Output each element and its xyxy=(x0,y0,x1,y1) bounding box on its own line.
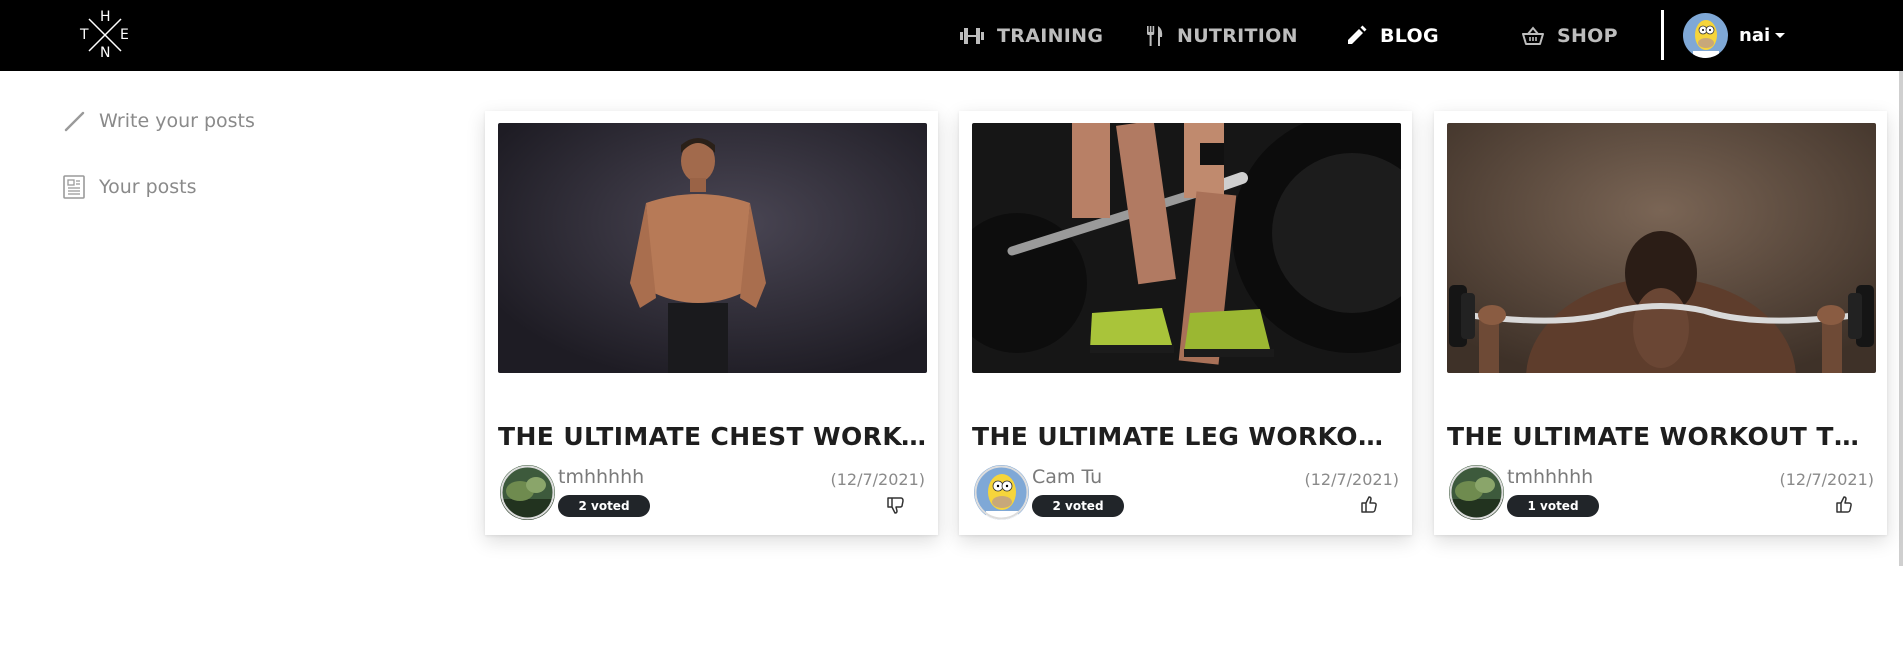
post-image[interactable] xyxy=(1447,123,1876,373)
pencil-icon xyxy=(64,111,85,132)
document-icon xyxy=(63,175,85,199)
author-avatar xyxy=(1449,465,1504,520)
user-name: nai xyxy=(1739,24,1771,46)
post-image[interactable] xyxy=(498,123,927,373)
vote-count-badge: 2 voted xyxy=(1032,495,1124,517)
nav-nutrition[interactable]: NUTRITION xyxy=(1146,0,1298,71)
dumbbell-icon xyxy=(960,27,984,44)
nav-blog[interactable]: BLOG xyxy=(1346,0,1439,71)
author-avatar xyxy=(974,465,1029,520)
post-card[interactable]: THE ULTIMATE WORKOUT TO ... tmhhhhh 1 vo… xyxy=(1434,111,1887,535)
post-card[interactable]: THE ULTIMATE CHEST WORKO... tmhhhhh 2 vo… xyxy=(485,111,938,535)
chevron-down-icon xyxy=(1775,32,1786,38)
user-menu-toggle[interactable]: nai xyxy=(1683,12,1786,58)
thumbs-up-icon[interactable] xyxy=(1360,495,1380,515)
pencil-icon xyxy=(1348,25,1367,44)
post-title[interactable]: THE ULTIMATE CHEST WORKO... xyxy=(498,422,928,451)
post-title[interactable]: THE ULTIMATE LEG WORKOUT ... xyxy=(972,422,1402,451)
sidebar-item-label: Your posts xyxy=(99,176,197,198)
top-navbar: H T E N TRAINING NUTRITION BLOG SHOP nai xyxy=(0,0,1903,71)
vote-count-badge: 1 voted xyxy=(1507,495,1599,517)
nav-nutrition-label: NUTRITION xyxy=(1177,24,1298,47)
logo-letter-h: H xyxy=(100,9,111,25)
nav-divider xyxy=(1661,10,1664,60)
post-date: (12/7/2021) xyxy=(830,470,925,489)
thumbs-up-icon[interactable] xyxy=(1835,495,1855,515)
author-avatar xyxy=(500,465,555,520)
post-author[interactable]: tmhhhhh xyxy=(1507,466,1593,488)
post-title[interactable]: THE ULTIMATE WORKOUT TO ... xyxy=(1447,422,1877,451)
logo-letter-n: N xyxy=(100,45,111,61)
post-card[interactable]: THE ULTIMATE LEG WORKOUT ... Cam Tu 2 vo… xyxy=(959,111,1412,535)
nav-shop-label: SHOP xyxy=(1557,24,1618,47)
vote-count-badge: 2 voted xyxy=(558,495,650,517)
thumbs-down-icon[interactable] xyxy=(886,495,906,515)
page-scrollbar[interactable] xyxy=(1899,71,1903,566)
site-logo[interactable]: H T E N xyxy=(78,8,132,62)
nav-shop[interactable]: SHOP xyxy=(1522,0,1618,71)
nav-training-label: TRAINING xyxy=(997,24,1104,47)
logo-letter-t: T xyxy=(80,27,89,43)
nav-blog-label: BLOG xyxy=(1380,24,1439,47)
post-image[interactable] xyxy=(972,123,1401,373)
logo-letter-e: E xyxy=(120,27,129,43)
user-avatar xyxy=(1683,12,1728,58)
post-date: (12/7/2021) xyxy=(1304,470,1399,489)
sidebar-item-write-posts[interactable]: Write your posts xyxy=(63,110,255,132)
post-author[interactable]: tmhhhhh xyxy=(558,466,644,488)
sidebar-item-your-posts[interactable]: Your posts xyxy=(63,175,197,199)
basket-icon xyxy=(1522,25,1544,45)
post-date: (12/7/2021) xyxy=(1779,470,1874,489)
post-author[interactable]: Cam Tu xyxy=(1032,466,1102,488)
nav-training[interactable]: TRAINING xyxy=(960,0,1103,71)
sidebar-item-label: Write your posts xyxy=(99,110,255,132)
fork-knife-icon xyxy=(1147,25,1163,46)
